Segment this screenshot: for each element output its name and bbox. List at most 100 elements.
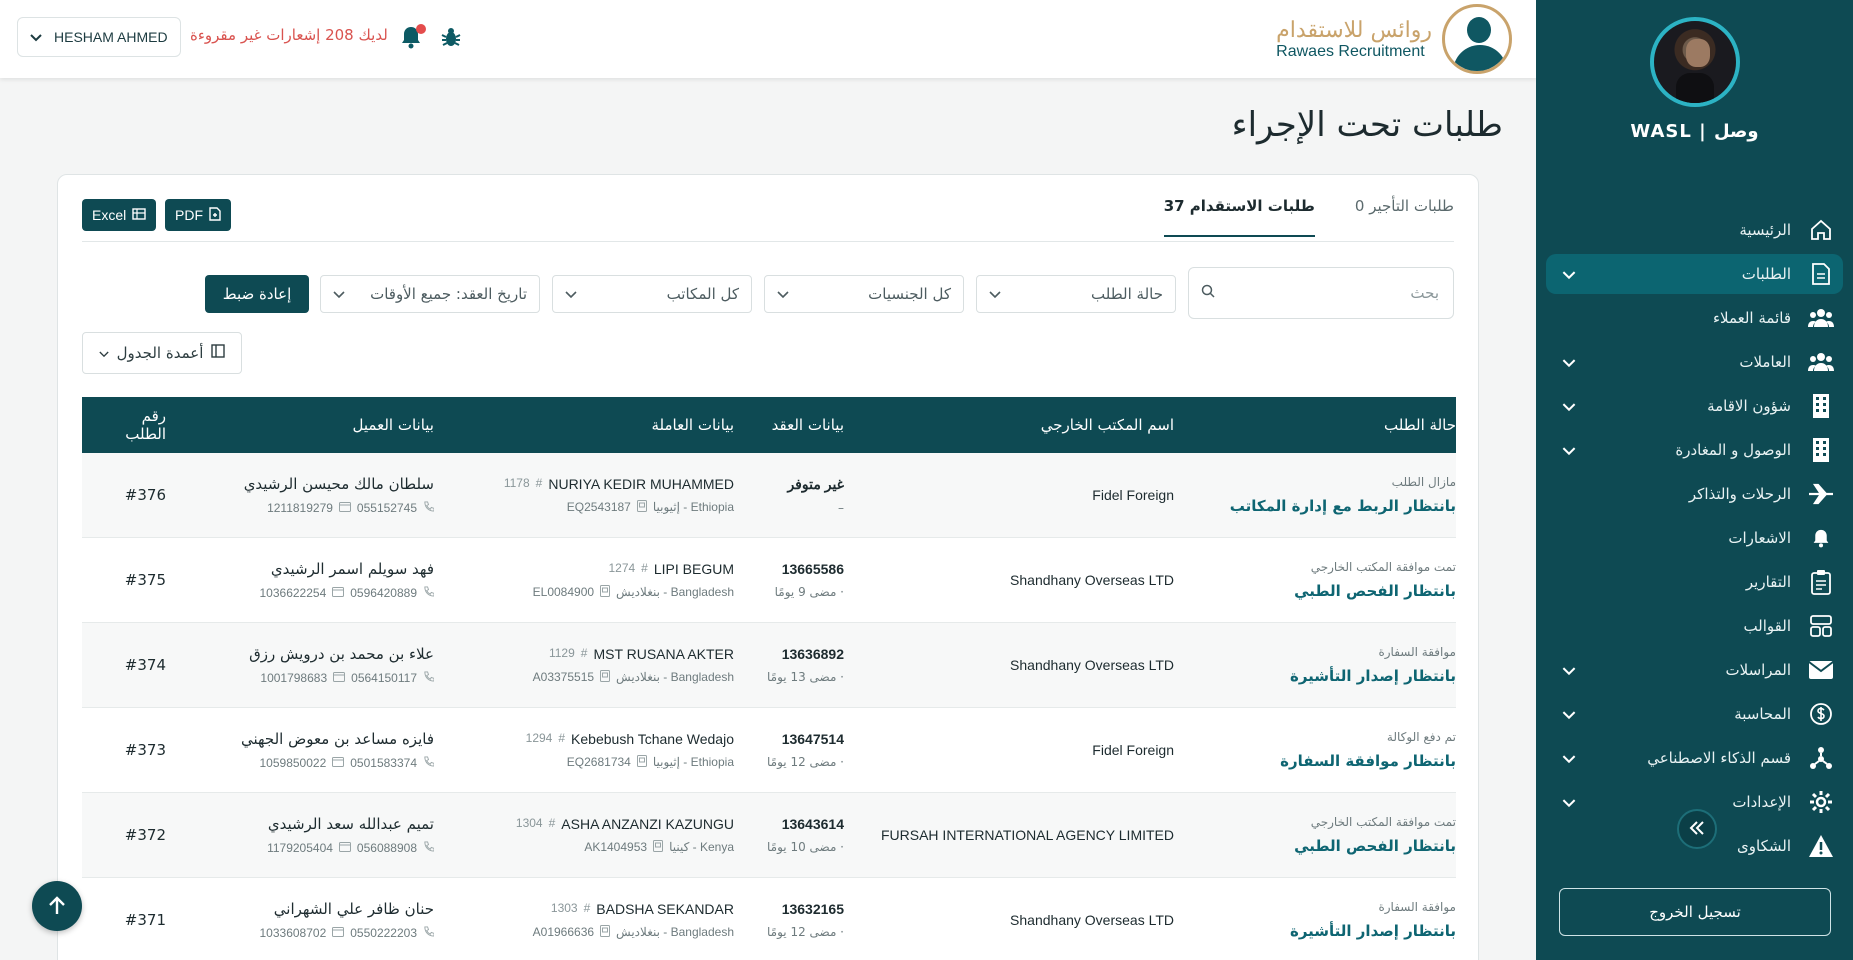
status-label[interactable]: بانتظار إصدار التأشيرة <box>1184 922 1456 940</box>
office-cell: Shandhany Overseas LTD <box>854 572 1184 588</box>
customer-phone: 0596420889 <box>350 586 417 600</box>
ai-icon <box>1807 744 1835 772</box>
customer-name[interactable]: تميم عبدالله سعد الرشيدي <box>182 815 434 833</box>
sidebar-item[interactable]: الرحلات والتذاكر <box>1546 474 1843 514</box>
worker-name[interactable]: BADSHA SEKANDAR <box>596 901 734 917</box>
sidebar-item[interactable]: قسم الذكاء الاصطناعي <box>1546 738 1843 778</box>
request-number[interactable]: #372 <box>82 826 166 844</box>
request-number[interactable]: #374 <box>82 656 166 674</box>
sidebar-item[interactable]: قائمة العملاء <box>1546 298 1843 338</box>
logo-mark <box>1442 4 1512 74</box>
status-label[interactable]: بانتظار الفحص الطبي <box>1184 582 1456 600</box>
customer-details: 0501583374 1059850022 <box>182 756 435 770</box>
customer-name[interactable]: فايزه مساعد بن معوض الجهني <box>182 730 434 748</box>
search-input[interactable]: بحث <box>1188 267 1454 319</box>
external-office-name: Fidel Foreign <box>1092 742 1174 758</box>
passport-icon <box>636 754 647 770</box>
table-row[interactable]: #371 حنان ظافر علي الشهراني 0550222203 1… <box>82 878 1456 960</box>
customer-name[interactable]: سلطان مالك محيسن الرشيدي <box>182 475 434 493</box>
contract-cell: 13665586 · مضى 9 يومًا <box>734 561 854 599</box>
worker-details: Bangladesh - بنغلاديش EL0084900 <box>454 584 734 600</box>
status-stage: مازال الطلب <box>1391 475 1456 489</box>
bug-report-icon[interactable] <box>440 26 462 52</box>
worker-name[interactable]: LIPI BEGUM <box>654 561 734 577</box>
user-menu-button[interactable]: HESHAM AHMED <box>17 17 181 57</box>
worker-name[interactable]: Kebebush Tchane Wedajo <box>571 731 734 747</box>
table-row[interactable]: #374 علاء بن محمد بن درويش رزق 056415011… <box>82 623 1456 708</box>
table-row[interactable]: #373 فايزه مساعد بن معوض الجهني 05015833… <box>82 708 1456 793</box>
worker-details: Bangladesh - بنغلاديش A03375515 <box>454 669 734 685</box>
table-columns-button[interactable]: أعمدة الجدول <box>82 332 242 374</box>
request-number[interactable]: #375 <box>82 571 166 589</box>
avatar[interactable] <box>1649 17 1740 107</box>
export-excel-label: Excel <box>92 207 127 223</box>
worker-name[interactable]: ASHA ANZANZI KAZUNGU <box>561 816 734 832</box>
file-icon <box>209 206 221 224</box>
status-cell: مازال الطلب بانتظار الربط مع إدارة المكا… <box>1184 475 1456 515</box>
logout-button[interactable]: تسجيل الخروج <box>1559 888 1831 936</box>
table-row[interactable]: #372 تميم عبدالله سعد الرشيدي 056088908 … <box>82 793 1456 878</box>
customer-cell: فهد سويلم اسمر الرشيدي 0596420889 103662… <box>182 560 454 600</box>
sidebar-item[interactable]: القوالب <box>1546 606 1843 646</box>
nationality-select[interactable]: كل الجنسيات <box>764 275 964 313</box>
request-number[interactable]: #376 <box>82 486 166 504</box>
sidebar-item[interactable]: المحاسبة <box>1546 694 1843 734</box>
export-pdf-button[interactable]: PDF <box>165 199 231 231</box>
customer-details: 0596420889 1036622254 <box>182 586 435 600</box>
customer-name[interactable]: علاء بن محمد بن درويش رزق <box>182 645 434 663</box>
external-office-name: Shandhany Overseas LTD <box>1010 912 1174 928</box>
scroll-to-top-button[interactable] <box>32 881 82 931</box>
worker-name-line: 1294 # Kebebush Tchane Wedajo <box>454 731 734 747</box>
sidebar-item[interactable]: العاملات <box>1546 342 1843 382</box>
request-number[interactable]: #371 <box>82 911 166 929</box>
sidebar-item[interactable]: الرئيسية <box>1546 210 1843 250</box>
column-header[interactable]: رقم الطلب <box>82 407 182 443</box>
table-row[interactable]: #375 فهد سويلم اسمر الرشيدي 0596420889 1… <box>82 538 1456 623</box>
office-cell: Fidel Foreign <box>854 742 1184 758</box>
offices-select[interactable]: كل المكاتب <box>552 275 752 313</box>
search-icon <box>1201 284 1215 302</box>
request-number[interactable]: #373 <box>82 741 166 759</box>
collapse-sidebar-button[interactable] <box>1677 809 1717 849</box>
worker-name[interactable]: MST RUSANA AKTER <box>593 646 734 662</box>
tab-recruitment-requests[interactable]: طلبات الاستقدام 37 <box>1163 197 1315 237</box>
sidebar-item[interactable]: الاشعارات <box>1546 518 1843 558</box>
status-label[interactable]: بانتظار موافقة السفارة <box>1184 752 1456 770</box>
home-icon <box>1807 216 1835 244</box>
export-excel-button[interactable]: Excel <box>82 199 157 231</box>
worker-country: Bangladesh - بنغلاديش <box>616 585 734 599</box>
notifications-text[interactable]: لديك 208 إشعارات غير مقروءة <box>190 26 388 44</box>
passport-icon <box>600 584 611 600</box>
status-label[interactable]: بانتظار إصدار التأشيرة <box>1184 667 1456 685</box>
sidebar-item[interactable]: الوصول و المغادرة <box>1546 430 1843 470</box>
sidebar-item[interactable]: شؤون الاقامة <box>1546 386 1843 426</box>
sidebar-item[interactable]: المراسلات <box>1546 650 1843 690</box>
column-header[interactable]: بيانات العاملة <box>454 416 735 434</box>
contract-number: غير متوفر <box>787 475 844 492</box>
status-select[interactable]: حالة الطلب <box>976 275 1176 313</box>
request-cell: #376 <box>82 486 182 504</box>
customer-name[interactable]: فهد سويلم اسمر الرشيدي <box>182 560 434 578</box>
mail-icon <box>1807 656 1835 684</box>
worker-cell: 1294 # Kebebush Tchane Wedajo Ethiopia -… <box>454 731 734 770</box>
sidebar-item[interactable]: الطلبات <box>1546 254 1843 294</box>
column-header[interactable]: بيانات العقد <box>734 416 854 434</box>
worker-name-line: 1303 # BADSHA SEKANDAR <box>454 901 734 917</box>
column-header[interactable]: اسم المكتب الخارجي <box>854 416 1184 434</box>
status-label[interactable]: بانتظار الفحص الطبي <box>1184 837 1456 855</box>
column-header[interactable]: بيانات العميل <box>182 416 454 434</box>
reset-filters-button[interactable]: إعادة ضبط <box>205 275 309 313</box>
table-row[interactable]: #376 سلطان مالك محيسن الرشيدي 055152745 … <box>82 453 1456 538</box>
column-header[interactable]: حالة الطلب <box>1184 416 1456 434</box>
company-logo[interactable]: روائس للاستقدام Rawaes Recruitment <box>1276 4 1512 74</box>
logo-text: روائس للاستقدام Rawaes Recruitment <box>1276 18 1432 61</box>
contract-date-select[interactable]: تاريخ العقد: جميع الأوقات <box>320 275 540 313</box>
tab-rental-requests[interactable]: طلبات التأجير 0 <box>1355 197 1454 237</box>
external-office-name: Fidel Foreign <box>1092 487 1174 503</box>
sidebar-item[interactable]: التقارير <box>1546 562 1843 602</box>
customer-phone: 056088908 <box>356 841 417 855</box>
status-cell: تمت موافقة المكتب الخارجي بانتظار الفحص … <box>1184 815 1456 855</box>
status-label[interactable]: بانتظار الربط مع إدارة المكاتب <box>1184 497 1456 515</box>
customer-name[interactable]: حنان ظافر علي الشهراني <box>182 900 434 918</box>
worker-name[interactable]: NURIYA KEDIR MUHAMMED <box>548 476 734 492</box>
